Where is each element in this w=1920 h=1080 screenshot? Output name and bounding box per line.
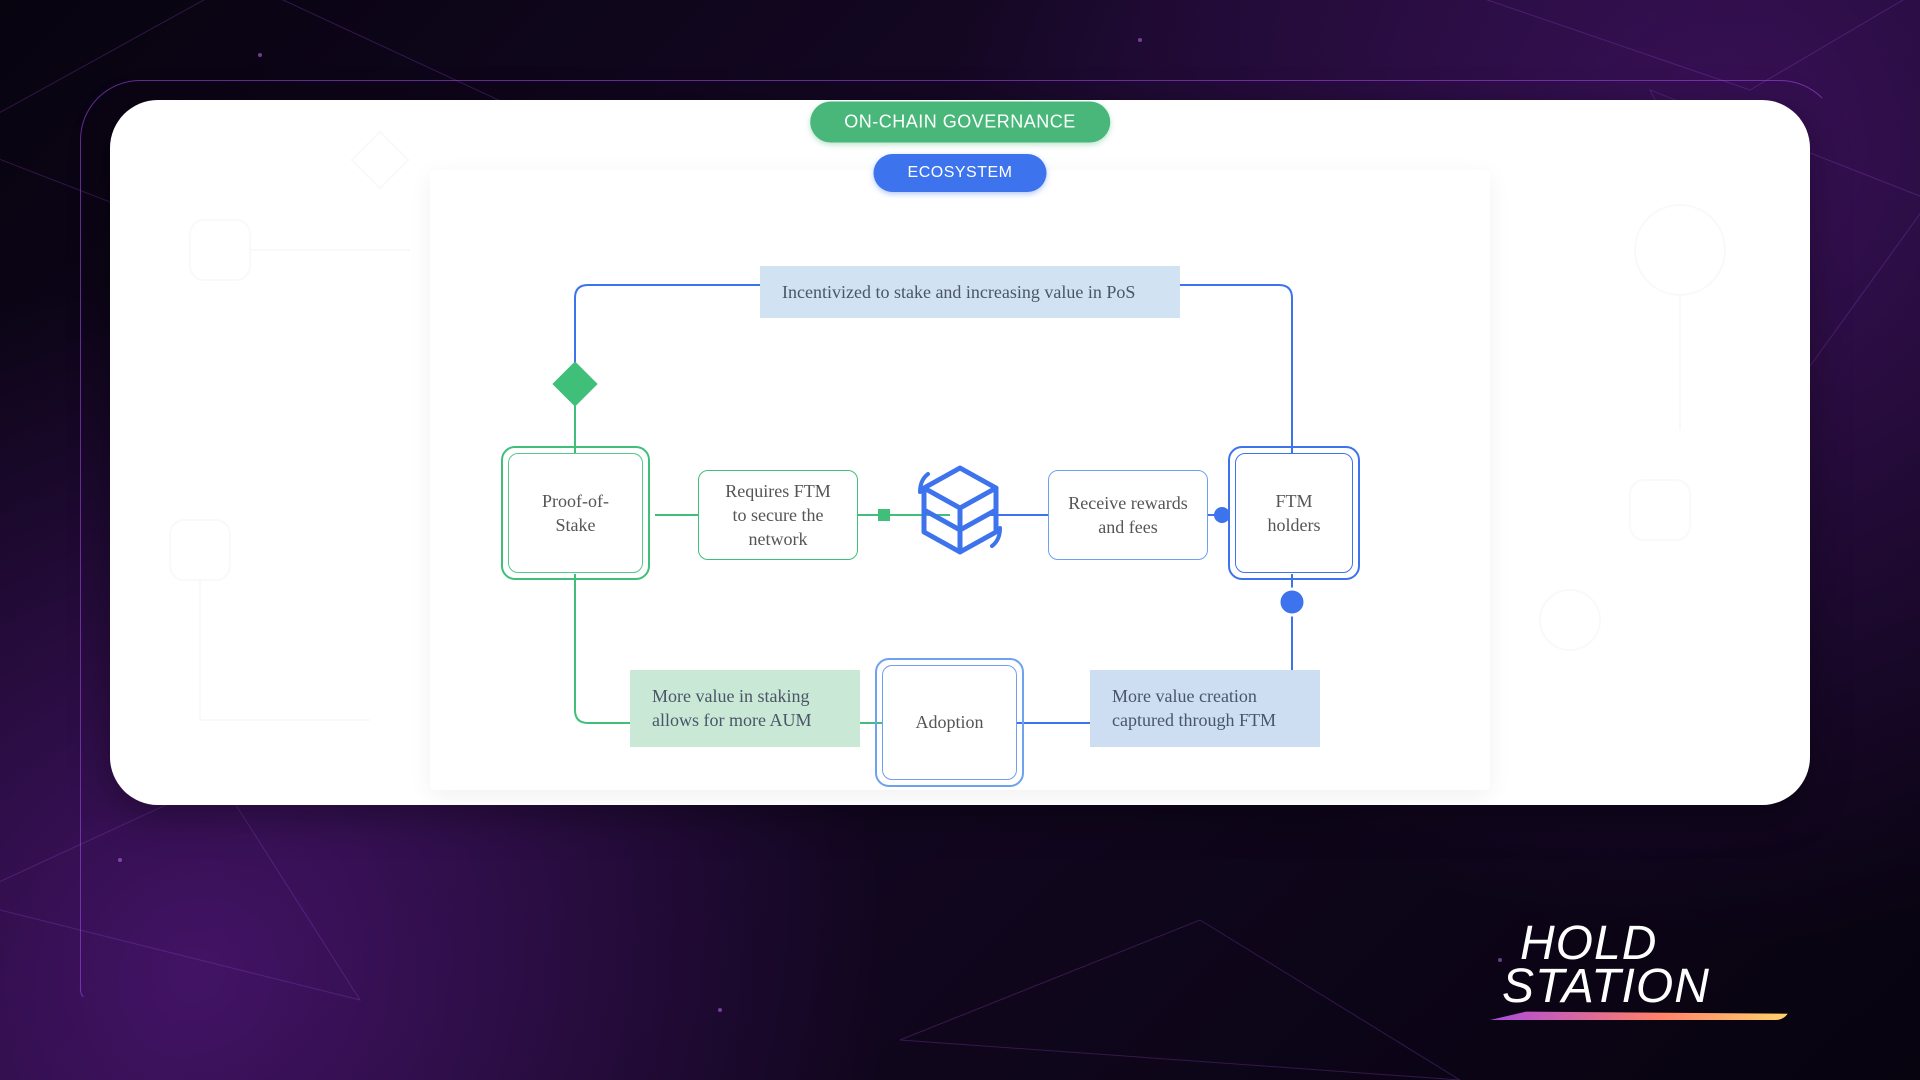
tag-bottom-left: More value in staking allows for more AU… xyxy=(630,670,860,747)
node-receive-rewards: Receive rewards and fees xyxy=(1048,470,1208,560)
fantom-cube-icon xyxy=(910,450,1010,570)
node-requires-ftm: Requires FTM to secure the network xyxy=(698,470,858,560)
governance-label: ON-CHAIN GOVERNANCE xyxy=(844,112,1076,132)
diagram-panel: ECOSYSTEM xyxy=(430,170,1490,790)
node-ftm-holders: FTM holders xyxy=(1235,453,1353,573)
logo-line2: STATION xyxy=(1502,965,1810,1008)
content-card: ON-CHAIN GOVERNANCE ECOSYSTEM xyxy=(110,100,1810,805)
node-proof-of-stake: Proof-of-Stake xyxy=(508,453,643,573)
tag-top: Incentivized to stake and increasing val… xyxy=(760,266,1180,318)
governance-pill: ON-CHAIN GOVERNANCE xyxy=(810,102,1110,143)
tag-bottom-right: More value creation captured through FTM xyxy=(1090,670,1320,747)
node-adoption: Adoption xyxy=(882,665,1017,780)
diagram-stage: Incentivized to stake and increasing val… xyxy=(430,170,1490,790)
holdstation-logo: HOLD STATION xyxy=(1520,922,1810,1020)
logo-line1: HOLD xyxy=(1520,922,1810,965)
